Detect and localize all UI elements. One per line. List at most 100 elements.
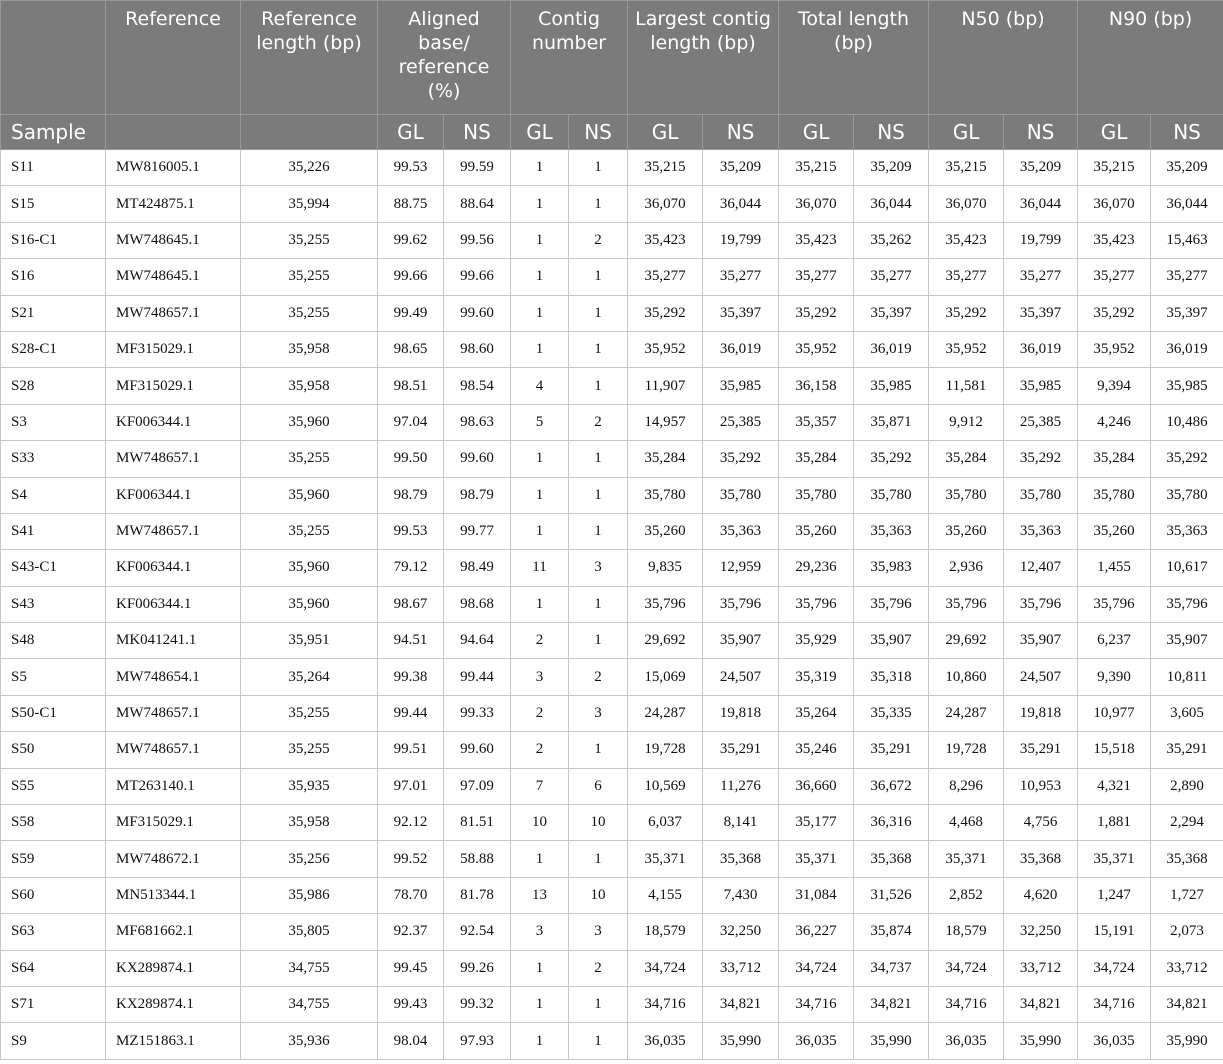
reference-cell: MW748657.1	[105, 440, 241, 478]
value-cell: 3	[568, 694, 629, 733]
value-cell: 35,874	[853, 913, 930, 951]
value-cell: 92.12	[377, 804, 444, 842]
value-cell: 35,255	[240, 512, 378, 551]
value-cell: 81.51	[442, 804, 512, 842]
value-cell: 2	[568, 658, 629, 696]
value-cell: 92.37	[377, 913, 444, 951]
reference-cell: MN513344.1	[105, 876, 241, 915]
value-cell: 6,037	[627, 804, 704, 842]
sample-cell: S3	[0, 403, 106, 442]
sample-cell: S28-C1	[0, 330, 106, 369]
header-contig-number: Contig number	[510, 0, 629, 115]
value-cell: 2,073	[1150, 913, 1223, 951]
value-cell: 35,292	[778, 294, 855, 332]
value-cell: 99.56	[442, 221, 512, 260]
value-cell: 1,455	[1077, 549, 1152, 587]
value-cell: 9,835	[627, 549, 704, 587]
value-cell: 6,237	[1077, 622, 1152, 660]
value-cell: 1	[568, 731, 629, 769]
table-row: S5 MW748654.1 35,264 99.38 99.44 3 2 15,069 24,5…	[0, 658, 1223, 696]
value-cell: 35,371	[627, 840, 704, 878]
value-cell: 35,371	[778, 840, 855, 878]
table-row: S50-C1 MW748657.1 35,255 99.44 99.33 2 3 24,287…	[0, 694, 1223, 733]
header-n50: N50 (bp)	[928, 0, 1079, 115]
reference-cell: MK041241.1	[105, 622, 241, 660]
value-cell: 36,019	[702, 330, 780, 369]
reference-cell: MW748657.1	[105, 731, 241, 769]
reference-cell: MW816005.1	[105, 148, 241, 187]
value-cell: 36,070	[928, 185, 1005, 223]
value-cell: 99.43	[377, 985, 444, 1024]
value-cell: 1	[568, 1022, 629, 1060]
value-cell: 35,335	[853, 694, 930, 733]
value-cell: 3	[510, 658, 570, 696]
value-cell: 3,605	[1150, 694, 1223, 733]
value-cell: 35,209	[1150, 148, 1223, 187]
value-cell: 35,215	[778, 148, 855, 187]
value-cell: 35,226	[240, 148, 378, 187]
value-cell: 35,780	[1077, 476, 1152, 514]
value-cell: 1	[568, 512, 629, 551]
sample-cell: S43-C1	[0, 549, 106, 587]
reference-cell: MW748657.1	[105, 694, 241, 733]
reference-cell: MZ151863.1	[105, 1022, 241, 1060]
value-cell: 10,486	[1150, 403, 1223, 442]
value-cell: 35,260	[627, 512, 704, 551]
value-cell: 35,255	[240, 694, 378, 733]
value-cell: 99.53	[377, 512, 444, 551]
sample-cell: S15	[0, 185, 106, 223]
value-cell: 35,423	[778, 221, 855, 260]
value-cell: 99.53	[377, 148, 444, 187]
value-cell: 35,983	[853, 549, 930, 587]
sample-cell: S71	[0, 985, 106, 1024]
value-cell: 88.64	[442, 185, 512, 223]
value-cell: 35,958	[240, 804, 378, 842]
value-cell: 35,318	[853, 658, 930, 696]
value-cell: 3	[510, 913, 570, 951]
value-cell: 99.51	[377, 731, 444, 769]
value-cell: 35,209	[1003, 148, 1079, 187]
value-cell: 35,423	[928, 221, 1005, 260]
sample-cell: S9	[0, 1022, 106, 1060]
value-cell: 35,264	[240, 658, 378, 696]
value-cell: 35,796	[1077, 585, 1152, 624]
value-cell: 36,660	[778, 767, 855, 806]
header-reference-length: Reference length (bp)	[240, 0, 378, 115]
value-cell: 81.78	[442, 876, 512, 915]
value-cell: 98.04	[377, 1022, 444, 1060]
value-cell: 35,363	[702, 512, 780, 551]
sample-cell: S60	[0, 876, 106, 915]
value-cell: 35,985	[1150, 367, 1223, 405]
value-cell: 98.65	[377, 330, 444, 369]
value-cell: 4,155	[627, 876, 704, 915]
value-cell: 4,321	[1077, 767, 1152, 806]
value-cell: 98.63	[442, 403, 512, 442]
value-cell: 1	[510, 148, 570, 187]
value-cell: 4,756	[1003, 804, 1079, 842]
value-cell: 2	[510, 694, 570, 733]
value-cell: 24,287	[928, 694, 1005, 733]
value-cell: 1	[510, 1022, 570, 1060]
value-cell: 2	[568, 403, 629, 442]
value-cell: 99.45	[377, 949, 444, 987]
value-cell: 33,712	[1150, 949, 1223, 987]
value-cell: 1	[568, 622, 629, 660]
value-cell: 35,284	[928, 440, 1005, 478]
value-cell: 58.88	[442, 840, 512, 878]
value-cell: 97.93	[442, 1022, 512, 1060]
table-row: S48 MK041241.1 35,951 94.51 94.64 2 1 29,692 35,…	[0, 622, 1223, 660]
value-cell: 94.64	[442, 622, 512, 660]
value-cell: 35,907	[1150, 622, 1223, 660]
value-cell: 11	[510, 549, 570, 587]
value-cell: 35,990	[1003, 1022, 1079, 1060]
value-cell: 35,209	[853, 148, 930, 187]
value-cell: 98.54	[442, 367, 512, 405]
value-cell: 35,291	[702, 731, 780, 769]
value-cell: 35,960	[240, 549, 378, 587]
sample-cell: S21	[0, 294, 106, 332]
sample-cell: S5	[0, 658, 106, 696]
sample-cell: S48	[0, 622, 106, 660]
table-row: S16 MW748645.1 35,255 99.66 99.66 1 1 35,277 35,…	[0, 258, 1223, 296]
value-cell: 35,284	[1077, 440, 1152, 478]
value-cell: 35,277	[627, 258, 704, 296]
